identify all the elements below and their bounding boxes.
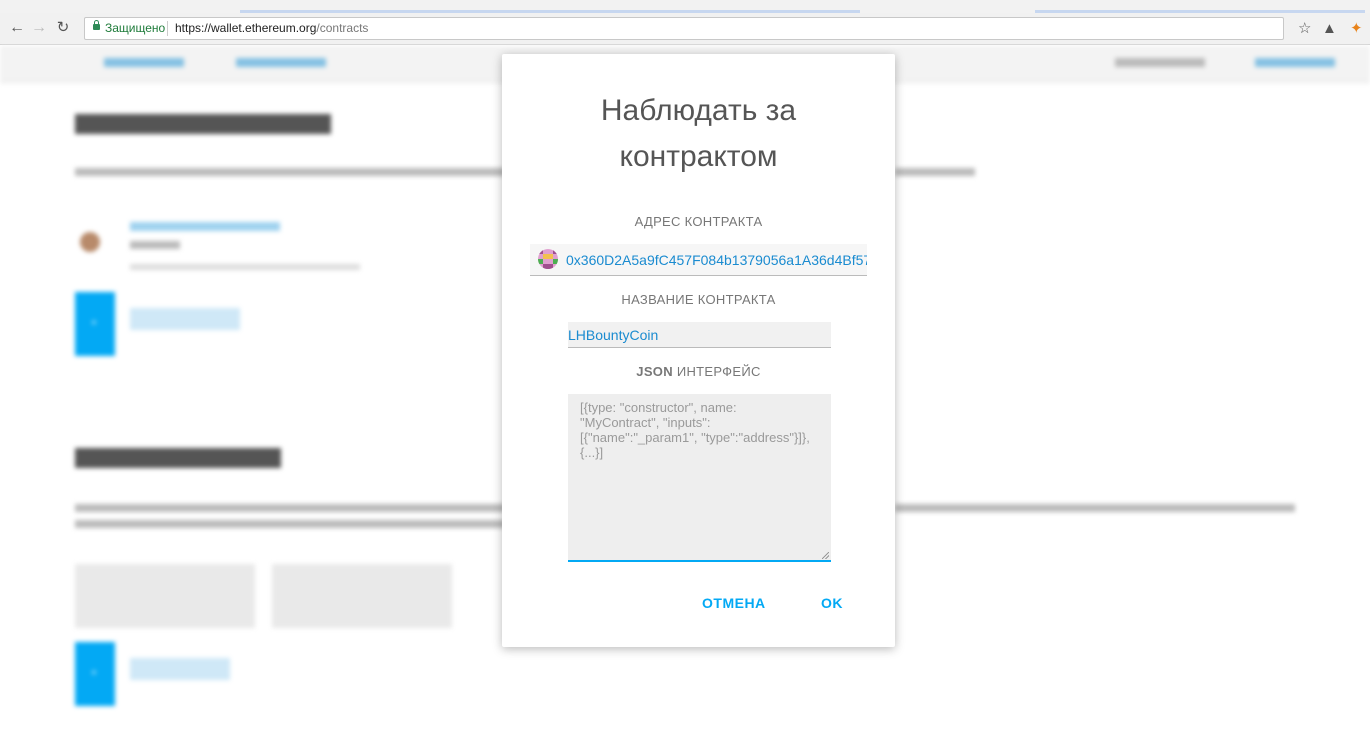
intro-text-blur xyxy=(75,168,505,176)
url-path: /contracts xyxy=(316,21,369,35)
address-label: АДРЕС КОНТРАКТА xyxy=(634,214,763,229)
view-tokens-link-blur xyxy=(130,658,230,680)
nav-wallets-blur xyxy=(104,58,184,67)
contract-meta-blur xyxy=(130,264,360,270)
url-text: https://wallet.ethereum.org/contracts xyxy=(175,18,368,39)
token-card-blur-2 xyxy=(272,564,452,628)
nav-contracts-blur xyxy=(1115,58,1205,67)
nav-balance-blur xyxy=(1255,58,1335,67)
browser-toolbar: ← → ↻ Защищено https://wallet.ethereum.o… xyxy=(0,13,1370,45)
url-host: https://wallet.ethereum.org xyxy=(175,21,317,35)
lock-icon xyxy=(93,20,100,30)
contract-name-input[interactable]: LHBountyCoin xyxy=(568,322,831,348)
secure-label: Защищено xyxy=(105,21,166,35)
watch-contract-link-blur xyxy=(130,308,240,330)
json-label-rest: ИНТЕРФЕЙС xyxy=(672,364,761,379)
reload-icon[interactable]: ↻ xyxy=(52,17,74,39)
back-icon[interactable]: ← xyxy=(6,17,28,39)
address-bar[interactable]: Защищено https://wallet.ethereum.org/con… xyxy=(84,17,1284,40)
contract-identicon-blur xyxy=(80,232,100,252)
watch-contract-block-blur: + xyxy=(75,292,115,356)
intro-text-blur-2 xyxy=(895,168,975,176)
token-card-blur-1 xyxy=(75,564,255,628)
json-interface-textarea[interactable] xyxy=(568,394,831,562)
view-tokens-block-blur: + xyxy=(75,642,115,706)
section-heading-blur xyxy=(75,114,331,134)
bookmark-star-icon[interactable]: ☆ xyxy=(1298,18,1311,40)
contract-link-blur xyxy=(130,222,280,231)
ok-button[interactable]: OK xyxy=(815,594,849,612)
tokens-text-blur xyxy=(75,504,505,512)
tokens-text-blur-3 xyxy=(895,504,1295,512)
dialog-title: Наблюдать за контрактом xyxy=(600,94,797,173)
nav-send-blur xyxy=(236,58,326,67)
json-label: JSON ИНТЕРФЕЙС xyxy=(502,364,895,379)
tokens-text-blur-2 xyxy=(75,520,505,528)
name-label: НАЗВАНИЕ КОНТРАКТА xyxy=(621,292,776,307)
forward-icon[interactable]: → xyxy=(28,17,50,39)
tokens-heading-blur xyxy=(75,448,281,468)
extension-drive-icon[interactable]: ▲ xyxy=(1322,18,1337,40)
contract-balance-blur xyxy=(130,241,180,249)
contract-address-input[interactable]: 0x360D2A5a9fC457F084b1379056a1A36d4Bf57 xyxy=(530,244,867,276)
extension-metamask-icon[interactable]: ✦ xyxy=(1350,18,1363,40)
cancel-button[interactable]: ОТМЕНА xyxy=(696,594,772,612)
browser-tabstrip xyxy=(0,0,1370,13)
json-label-bold: JSON xyxy=(636,364,673,379)
contract-address-value: 0x360D2A5a9fC457F084b1379056a1A36d4Bf57 xyxy=(566,252,867,268)
omnibox-separator xyxy=(167,21,168,36)
watch-contract-dialog: Наблюдать за контрактом АДРЕС КОНТРАКТА … xyxy=(502,54,895,647)
address-identicon xyxy=(538,249,558,269)
resize-handle[interactable] xyxy=(822,552,829,559)
